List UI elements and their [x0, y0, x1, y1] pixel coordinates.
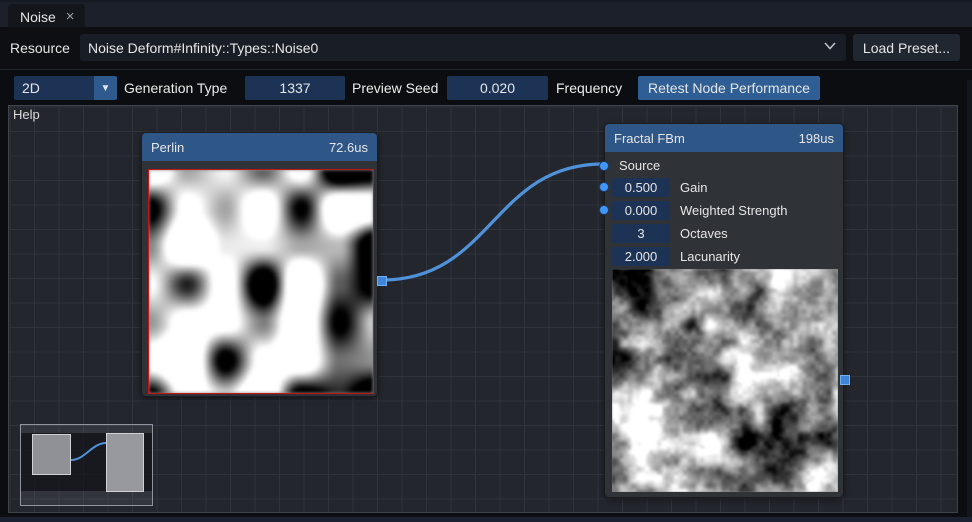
- dimension-combo[interactable]: 2D ▼: [14, 76, 117, 100]
- window-bottom-strip: [0, 517, 972, 522]
- fbm-lacunarity-value: 2.000: [624, 249, 658, 264]
- resource-row: Resource Noise Deform#Infinity::Types::N…: [0, 27, 972, 68]
- node-perlin[interactable]: Perlin 72.6us: [141, 132, 387, 397]
- fbm-octaves-label: Octaves: [680, 226, 728, 241]
- fbm-weighted-strength-value: 0.000: [624, 203, 658, 218]
- node-fbm-title: Fractal FBm: [614, 130, 685, 146]
- resource-combo[interactable]: Noise Deform#Infinity::Types::Noise0: [80, 34, 846, 61]
- fbm-output-pin[interactable]: [840, 375, 850, 385]
- load-preset-button[interactable]: Load Preset...: [853, 34, 960, 61]
- perlin-preview: [148, 169, 374, 394]
- fbm-gain-label: Gain: [680, 180, 708, 195]
- perlin-noise-image: [149, 170, 373, 393]
- fbm-gain-input-pin[interactable]: [599, 182, 609, 192]
- window-right-strip: [967, 80, 972, 517]
- node-perlin-title: Perlin: [151, 139, 185, 155]
- fbm-gain-row: 0.500 Gain: [612, 178, 707, 197]
- fbm-lacunarity-input[interactable]: 2.000: [612, 247, 670, 266]
- retest-performance-button[interactable]: Retest Node Performance: [638, 76, 820, 100]
- node-fbm-header[interactable]: Fractal FBm 198us: [605, 124, 843, 152]
- fbm-octaves-input[interactable]: 3: [612, 224, 670, 243]
- node-perlin-header[interactable]: Perlin 72.6us: [142, 133, 377, 161]
- dropdown-arrow-icon[interactable]: ▼: [94, 76, 117, 100]
- fbm-weighted-strength-input[interactable]: 0.000: [612, 201, 670, 220]
- tab-noise[interactable]: Noise ×: [8, 4, 85, 29]
- node-graph-canvas[interactable]: Help Perlin 72.6us Fractal FBm 198us Sou…: [8, 105, 958, 513]
- preview-seed-label: Preview Seed: [352, 80, 439, 96]
- link-perlin-to-fbm: [381, 162, 604, 282]
- preview-seed-input[interactable]: 1337: [245, 76, 345, 100]
- chevron-down-icon: [824, 42, 836, 50]
- generation-type-label: Generation Type: [124, 80, 228, 96]
- fbm-weighted-strength-row: 0.000 Weighted Strength: [612, 201, 787, 220]
- dimension-value: 2D: [22, 80, 40, 96]
- retest-performance-label: Retest Node Performance: [648, 80, 810, 96]
- preview-seed-value: 1337: [279, 80, 311, 96]
- fbm-source-input-pin[interactable]: [599, 161, 609, 171]
- frequency-input[interactable]: 0.020: [447, 76, 548, 100]
- node-perlin-time: 72.6us: [328, 139, 368, 155]
- fbm-lacunarity-label: Lacunarity: [680, 249, 740, 264]
- tab-title: Noise: [20, 8, 56, 25]
- node-fractal-fbm[interactable]: Fractal FBm 198us Source 0.500 Gain 0.00…: [599, 123, 850, 498]
- generation-toolbar: 2D ▼ Generation Type 1337 Preview Seed 0…: [0, 70, 972, 105]
- help-menu[interactable]: Help: [13, 107, 40, 122]
- fbm-lacunarity-row: 2.000 Lacunarity: [612, 247, 740, 266]
- fbm-weighted-strength-label: Weighted Strength: [680, 203, 788, 218]
- minimap-node-fbm: [106, 433, 144, 492]
- resource-combo-value: Noise Deform#Infinity::Types::Noise0: [88, 39, 319, 56]
- resource-label: Resource: [10, 39, 70, 56]
- graph-minimap[interactable]: [20, 424, 153, 506]
- fbm-gain-value: 0.500: [624, 180, 658, 195]
- frequency-label: Frequency: [556, 80, 623, 96]
- fbm-preview: [612, 269, 838, 492]
- frequency-value: 0.020: [479, 80, 516, 96]
- fbm-octaves-row: 3 Octaves: [612, 224, 728, 243]
- minimap-node-perlin: [32, 434, 71, 475]
- fbm-source-label: Source: [619, 158, 661, 173]
- fbm-octaves-value: 3: [637, 226, 645, 241]
- node-fbm-time: 198us: [798, 130, 834, 146]
- tab-bar: Noise ×: [0, 0, 972, 29]
- perlin-output-pin[interactable]: [377, 276, 387, 286]
- fbm-gain-input[interactable]: 0.500: [612, 178, 670, 197]
- fbm-noise-image: [612, 269, 838, 492]
- fbm-weighted-strength-input-pin[interactable]: [599, 205, 609, 215]
- load-preset-label: Load Preset...: [862, 39, 951, 56]
- tab-close-icon[interactable]: ×: [66, 9, 75, 24]
